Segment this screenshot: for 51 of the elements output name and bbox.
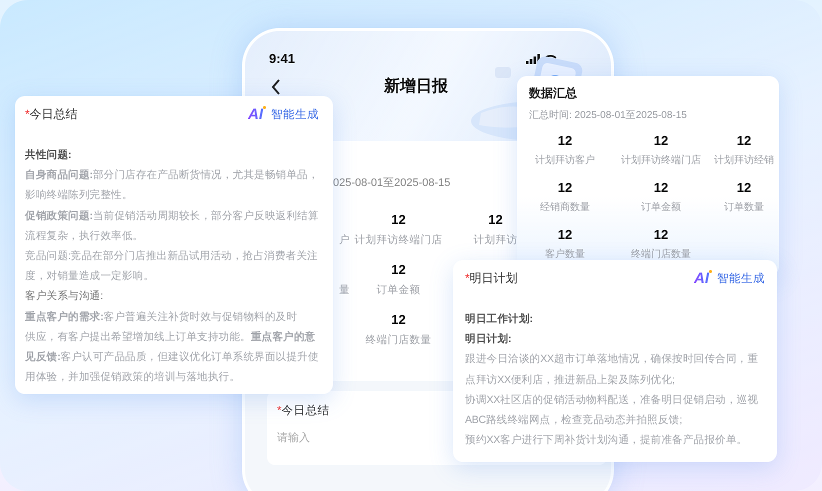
stat-value: 12 xyxy=(558,180,572,195)
stat-value: 12 xyxy=(736,133,752,148)
paragraph: 协调XX社区店的促销活动物料配送，准备明日促销启动，巡视ABC路线终端网点，检查竞品动态并拍照反馈; xyxy=(465,392,760,428)
section-heading: 明日工作计划: xyxy=(465,312,534,327)
summary-period: 汇总时间: 2025-08-01至2025-08-15 xyxy=(529,108,688,122)
ai-generate-button[interactable]: AI 智能生成 xyxy=(248,106,319,123)
stat-label: 计划拜访经销 xyxy=(714,154,774,167)
paragraph: 跟进今日洽谈的XX超市订单落地情况，确保按时回传合同，重点拜访XX便利店，推进新品上架及陈列优化; xyxy=(465,352,760,388)
card-title: 数据汇总 xyxy=(529,85,578,102)
stat-label: 量 xyxy=(339,283,350,297)
status-time: 9:41 xyxy=(269,51,296,66)
stat-label: 终端门店数量 xyxy=(366,333,432,347)
paragraph: 预约XX客户进行下周补货计划沟通，提前准备产品报价单。 xyxy=(465,433,748,448)
section-heading: 明日计划: xyxy=(465,332,512,348)
stat-label: 终端门店数量 xyxy=(631,248,691,261)
stat-label: 经销商数量 xyxy=(540,200,590,214)
paragraph: 供应，有客户提出希望增加线上订单支持功能。重点客户的意见反馈:客户认可产品品质，但建议优化订单系统界面以提升使用体验，并加强促销政策的培训与落地执行。 xyxy=(25,330,319,386)
stat-value: 12 xyxy=(654,180,668,195)
input-field[interactable]: 请输入 xyxy=(277,432,387,444)
stat-value: 12 xyxy=(391,212,406,227)
stat-value: 12 xyxy=(391,262,406,277)
back-icon[interactable] xyxy=(271,78,281,94)
section-title: *今日总结 xyxy=(25,106,78,123)
stat-label: 客户数量 xyxy=(545,248,585,261)
stat-label: 订单数量 xyxy=(724,200,764,214)
stat-label: 计划拜访终端门店 xyxy=(354,233,442,247)
stat-value: 12 xyxy=(391,312,406,327)
stat-value: 12 xyxy=(654,133,668,148)
stat-value: 12 xyxy=(558,133,572,148)
stat-label: 户 xyxy=(339,233,350,247)
stat-value: 12 xyxy=(736,180,752,195)
stat-label: 订单金额 xyxy=(641,200,681,214)
section-heading: 共性问题: xyxy=(25,148,72,163)
date-range: 025-08-01至2025-08-15 xyxy=(333,176,450,190)
paragraph: 自身商品问题:部分门店存在产品断货情况，尤其是畅销单品，影响终端陈列完整性。 xyxy=(25,168,319,204)
paragraph: 促销政策问题:当前促销活动周期较长，部分客户反映返利结算流程复杂，执行效率低。 xyxy=(25,208,319,244)
paragraph: 竞品问题:竞品在部分门店推出新品试用活动，抢占消费者关注度，对销量造成一定影响。 xyxy=(25,249,319,284)
signal-icon xyxy=(526,54,540,64)
paragraph: 重点客户的需求:客户普遍关注补货时效与促销物料的及时 xyxy=(25,310,298,325)
stat-label: 计划拜访终端门店 xyxy=(621,154,701,167)
stat-value: 12 xyxy=(558,227,572,242)
stat-label: 订单金额 xyxy=(376,283,420,297)
section-heading: 客户关系与沟通: xyxy=(25,289,104,304)
field-label: *今日总结 xyxy=(277,404,330,418)
page-title: 新增日报 xyxy=(384,76,448,97)
stat-label: 计划拜访客户 xyxy=(535,154,595,167)
ai-generate-button[interactable]: AI 智能生成 xyxy=(694,270,765,287)
section-title: *明日计划 xyxy=(465,270,518,287)
stat-value: 12 xyxy=(654,227,668,242)
stat-label: 计划拜访 xyxy=(474,233,518,247)
stat-value: 12 xyxy=(488,212,503,227)
